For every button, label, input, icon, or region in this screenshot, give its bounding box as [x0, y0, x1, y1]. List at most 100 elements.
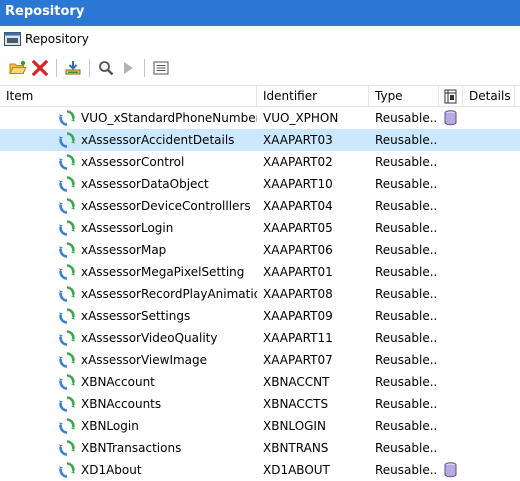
delete-button[interactable] — [29, 57, 51, 79]
table-row[interactable]: xAssessorAccidentDetails XAAPART03 Reusa… — [0, 129, 520, 151]
table-row[interactable]: xAssessorDataObject XAAPART10 Reusable..… — [0, 173, 520, 195]
reusable-module-icon — [59, 308, 77, 324]
column-header-details[interactable]: Details — [463, 86, 515, 107]
item-type: Reusable... — [375, 353, 437, 367]
reusable-module-icon — [59, 198, 77, 214]
table-row[interactable]: XD1About XD1ABOUT Reusable... — [0, 459, 520, 481]
reusable-module-icon — [59, 286, 77, 302]
table-row[interactable]: xAssessorRecordPlayAnimation XAAPART08 R… — [0, 283, 520, 305]
table-row[interactable]: VUO_xStandardPhoneNumber VUO_XPHON Reusa… — [0, 107, 520, 129]
item-identifier: XBNLOGIN — [263, 419, 326, 433]
item-type: Reusable... — [375, 397, 437, 411]
item-type: Reusable... — [375, 463, 437, 477]
item-identifier: XBNACCNT — [263, 375, 330, 389]
item-identifier: XAAPART11 — [263, 331, 333, 345]
item-type: Reusable... — [375, 375, 437, 389]
column-header-row: Item Identifier Type Details — [0, 85, 520, 107]
item-identifier: VUO_XPHON — [263, 111, 339, 125]
item-identifier: XAAPART09 — [263, 309, 333, 323]
reusable-module-icon — [59, 374, 77, 390]
item-identifier: XBNTRANS — [263, 441, 329, 455]
toolbar-separator — [56, 59, 57, 77]
download-icon — [65, 61, 81, 75]
delete-x-icon — [32, 60, 48, 76]
column-header-identifier[interactable]: Identifier — [257, 86, 369, 107]
item-type: Reusable... — [375, 419, 437, 433]
item-name: xAssessorDataObject — [81, 177, 209, 191]
item-type: Reusable... — [375, 309, 437, 323]
reusable-module-icon — [59, 154, 77, 170]
toolbar — [0, 55, 520, 81]
search-icon — [99, 61, 114, 76]
column-header-type[interactable]: Type — [369, 86, 439, 107]
reusable-module-icon — [59, 352, 77, 368]
item-name: xAssessorControl — [81, 155, 185, 169]
play-icon — [124, 62, 133, 74]
properties-button[interactable] — [150, 57, 172, 79]
toolbar-separator — [144, 59, 145, 77]
database-cylinder-icon — [444, 110, 458, 126]
item-type: Reusable... — [375, 221, 437, 235]
search-button[interactable] — [95, 57, 117, 79]
folder-open-icon — [9, 60, 27, 74]
database-icon — [444, 89, 457, 104]
item-name: XBNTransactions — [81, 441, 182, 455]
table-row[interactable]: XBNAccounts XBNACCTS Reusable... — [0, 393, 520, 415]
item-identifier: XAAPART05 — [263, 221, 333, 235]
item-identifier: XBNACCTS — [263, 397, 329, 411]
table-row[interactable]: xAssessorSettings XAAPART09 Reusable... — [0, 305, 520, 327]
item-type: Reusable... — [375, 243, 437, 257]
item-name: xAssessorAccidentDetails — [81, 133, 235, 147]
item-type: Reusable... — [375, 133, 437, 147]
table-row[interactable]: XBNAccount XBNACCNT Reusable... — [0, 371, 520, 393]
item-name: xAssessorSettings — [81, 309, 191, 323]
item-identifier: XAAPART07 — [263, 353, 333, 367]
reusable-module-icon — [59, 242, 77, 258]
table-row[interactable]: xAssessorControl XAAPART02 Reusable... — [0, 151, 520, 173]
table-row[interactable]: XBNLogin XBNLOGIN Reusable... — [0, 415, 520, 437]
table-row[interactable]: xAssessorMap XAAPART06 Reusable... — [0, 239, 520, 261]
repository-window-icon — [4, 32, 21, 46]
table-row[interactable]: xAssessorLogin XAAPART05 Reusable... — [0, 217, 520, 239]
item-name: VUO_xStandardPhoneNumber — [81, 111, 257, 125]
item-name: xAssessorMegaPixelSetting — [81, 265, 245, 279]
item-type: Reusable... — [375, 111, 437, 125]
item-identifier: XAAPART03 — [263, 133, 333, 147]
reusable-module-icon — [59, 264, 77, 280]
item-identifier: XAAPART10 — [263, 177, 333, 191]
run-button[interactable] — [117, 57, 139, 79]
item-type: Reusable... — [375, 155, 437, 169]
item-identifier: XAAPART04 — [263, 199, 333, 213]
item-type: Reusable... — [375, 177, 437, 191]
item-name: xAssessorLogin — [81, 221, 174, 235]
reusable-module-icon — [59, 176, 77, 192]
item-type: Reusable... — [375, 199, 437, 213]
item-name: XBNAccount — [81, 375, 155, 389]
reusable-module-icon — [59, 418, 77, 434]
item-type: Reusable... — [375, 441, 437, 455]
repository-list: VUO_xStandardPhoneNumber VUO_XPHON Reusa… — [0, 107, 520, 481]
table-row[interactable]: xAssessorDeviceControlllers XAAPART04 Re… — [0, 195, 520, 217]
breadcrumb-label: Repository — [25, 32, 89, 46]
reusable-module-icon — [59, 220, 77, 236]
item-name: xAssessorViewImage — [81, 353, 208, 367]
item-name: xAssessorMap — [81, 243, 167, 257]
item-type: Reusable... — [375, 287, 437, 301]
column-header-database[interactable] — [439, 86, 463, 107]
table-row[interactable]: xAssessorViewImage XAAPART07 Reusable... — [0, 349, 520, 371]
table-row[interactable]: xAssessorMegaPixelSetting XAAPART01 Reus… — [0, 261, 520, 283]
table-row[interactable]: XBNTransactions XBNTRANS Reusable... — [0, 437, 520, 459]
item-identifier: XAAPART08 — [263, 287, 333, 301]
breadcrumb: Repository — [0, 28, 520, 50]
item-identifier: XAAPART01 — [263, 265, 333, 279]
item-name: XBNLogin — [81, 419, 139, 433]
open-folder-button[interactable] — [7, 57, 29, 79]
download-button[interactable] — [62, 57, 84, 79]
reusable-module-icon — [59, 396, 77, 412]
list-icon — [153, 61, 169, 75]
item-identifier: XAAPART06 — [263, 243, 333, 257]
column-header-item[interactable]: Item — [0, 86, 257, 107]
table-row[interactable]: xAssessorVideoQuality XAAPART11 Reusable… — [0, 327, 520, 349]
toolbar-separator — [89, 59, 90, 77]
item-name: XBNAccounts — [81, 397, 162, 411]
